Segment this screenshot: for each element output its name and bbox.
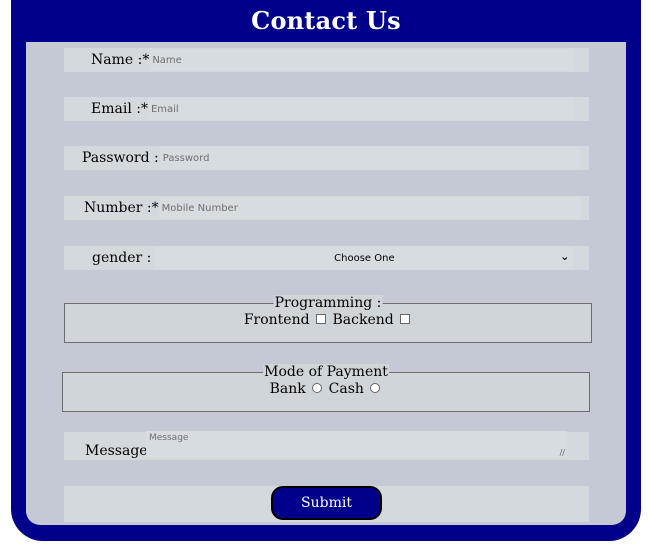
message-textarea[interactable]: Message ∕∕	[146, 431, 567, 458]
backend-label: Backend	[332, 312, 394, 328]
email-input[interactable]	[147, 98, 574, 120]
email-label: Email :*	[91, 101, 148, 117]
gender-selected-value: Choose One	[334, 252, 395, 264]
frontend-label: Frontend	[243, 312, 310, 328]
name-input[interactable]	[149, 49, 574, 71]
form-panel: Name :* Email :* Password : Number :* ge…	[26, 42, 626, 525]
programming-fieldset: Programming : Frontend Backend	[64, 295, 592, 343]
submit-button[interactable]: Submit	[271, 486, 382, 520]
name-label: Name :*	[91, 52, 150, 68]
bank-label: Bank	[269, 381, 306, 397]
page-title: Contact Us	[251, 6, 401, 35]
programming-legend: Programming :	[273, 295, 383, 311]
chevron-down-icon: ⌄	[560, 250, 570, 263]
password-input[interactable]	[159, 147, 580, 169]
number-row: Number :*	[64, 196, 589, 220]
payment-options: Bank Cash	[63, 381, 589, 397]
resize-grip-icon[interactable]: ∕∕	[560, 448, 565, 457]
number-input[interactable]	[158, 197, 581, 219]
programming-options: Frontend Backend	[65, 312, 591, 328]
email-row: Email :*	[64, 97, 589, 121]
frontend-checkbox[interactable]	[316, 314, 327, 324]
cash-radio[interactable]	[370, 383, 381, 393]
name-row: Name :*	[64, 48, 589, 72]
message-placeholder: Message	[149, 433, 189, 443]
payment-fieldset: Mode of Payment Bank Cash	[62, 364, 590, 412]
payment-legend: Mode of Payment	[263, 364, 389, 380]
gender-label: gender :	[92, 250, 152, 266]
password-label: Password :	[82, 150, 159, 166]
gender-row: gender : Choose One ⌄	[64, 246, 589, 270]
gender-select[interactable]: Choose One ⌄	[155, 247, 574, 269]
number-label: Number :*	[84, 200, 159, 216]
cash-label: Cash	[328, 381, 364, 397]
password-row: Password :	[64, 146, 589, 170]
bank-radio[interactable]	[312, 383, 323, 393]
backend-checkbox[interactable]	[400, 314, 411, 324]
form-frame: Contact Us Name :* Email :* Password : N…	[11, 0, 641, 541]
